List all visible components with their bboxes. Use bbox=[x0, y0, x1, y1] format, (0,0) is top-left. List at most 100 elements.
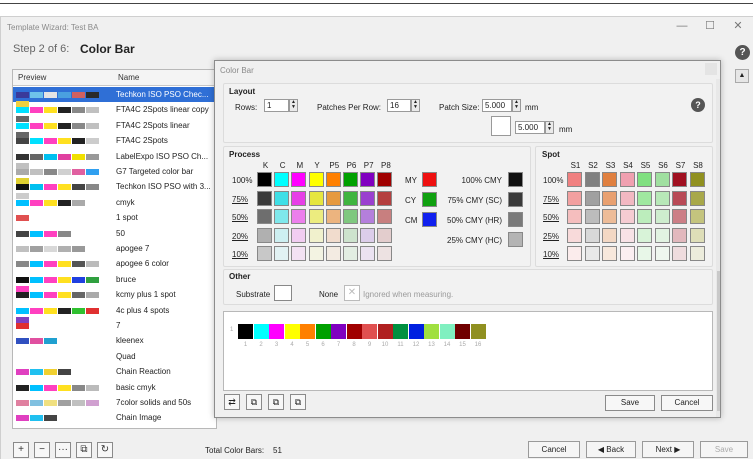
clone-icon[interactable]: ⧉ bbox=[290, 394, 306, 410]
column-header-preview[interactable]: Preview bbox=[18, 73, 46, 82]
process-patch[interactable] bbox=[360, 172, 376, 187]
spot-patch[interactable] bbox=[654, 172, 670, 187]
spot-patch[interactable] bbox=[654, 246, 670, 261]
spot-patch[interactable] bbox=[619, 172, 635, 187]
dialog-help-icon[interactable]: ? bbox=[691, 98, 705, 112]
refresh-icon[interactable]: ↻ bbox=[97, 442, 113, 458]
gray-balance-patch[interactable] bbox=[508, 172, 523, 187]
process-patch[interactable] bbox=[343, 209, 358, 224]
spot-patch[interactable] bbox=[672, 209, 687, 224]
process-patch[interactable] bbox=[291, 246, 307, 261]
process-patch[interactable] bbox=[308, 190, 324, 206]
list-item[interactable]: chain right side bar bbox=[13, 426, 216, 428]
dialog-scrollbar-thumb[interactable] bbox=[717, 271, 720, 411]
spot-patch[interactable] bbox=[689, 246, 705, 261]
process-patch[interactable] bbox=[325, 246, 341, 261]
process-patch[interactable] bbox=[343, 246, 358, 261]
list-item[interactable]: LabelExpo ISO PSO Ch... bbox=[13, 149, 216, 169]
process-patch[interactable] bbox=[377, 246, 393, 261]
process-patch[interactable] bbox=[257, 227, 272, 243]
process-patch[interactable] bbox=[325, 209, 341, 224]
overprint-patch[interactable] bbox=[422, 192, 437, 207]
gray-balance-patch[interactable] bbox=[508, 212, 523, 227]
process-patch[interactable] bbox=[343, 227, 358, 243]
list-item[interactable]: Techkon ISO PSO Chec... bbox=[13, 87, 216, 107]
process-tint-label[interactable]: 20% bbox=[232, 232, 248, 241]
swap-icon[interactable]: ⇄ bbox=[224, 394, 240, 410]
process-patch[interactable] bbox=[377, 190, 393, 206]
dialog-close-icon[interactable] bbox=[705, 63, 717, 75]
spot-patch[interactable] bbox=[584, 190, 600, 206]
scroll-up-button[interactable]: ▲ bbox=[735, 69, 749, 83]
spot-patch[interactable] bbox=[654, 190, 670, 206]
spot-patch[interactable] bbox=[619, 227, 635, 243]
list-item[interactable]: 50 bbox=[13, 226, 216, 241]
spot-patch[interactable] bbox=[567, 190, 582, 206]
spot-tint-label[interactable]: 25% bbox=[543, 232, 559, 241]
dialog-cancel-button[interactable]: Cancel bbox=[661, 395, 713, 411]
process-patch[interactable] bbox=[291, 227, 307, 243]
list-item[interactable]: G7 Targeted color bar bbox=[13, 164, 216, 184]
list-item[interactable]: FTA4C 2Spots linear bbox=[13, 118, 216, 138]
list-item[interactable]: 7 bbox=[13, 318, 216, 333]
spot-patch[interactable] bbox=[637, 227, 652, 243]
overprint-patch[interactable] bbox=[422, 172, 437, 187]
spot-patch[interactable] bbox=[637, 190, 652, 206]
copy-icon[interactable]: ⧉ bbox=[246, 394, 262, 410]
spot-tint-label[interactable]: 10% bbox=[543, 250, 559, 259]
save-button-wizard[interactable]: Save bbox=[700, 441, 748, 458]
process-patch[interactable] bbox=[308, 172, 324, 187]
spot-patch[interactable] bbox=[584, 172, 600, 187]
list-item[interactable]: Techkon ISO PSO with 3... bbox=[13, 179, 216, 200]
process-patch[interactable] bbox=[274, 172, 290, 187]
process-patch[interactable] bbox=[325, 172, 341, 187]
list-item[interactable]: 4c plus 4 spots bbox=[13, 303, 216, 323]
spot-patch[interactable] bbox=[619, 246, 635, 261]
list-item[interactable]: Chain Image bbox=[13, 410, 216, 425]
process-patch[interactable] bbox=[291, 172, 307, 187]
process-tint-label[interactable]: 10% bbox=[232, 250, 248, 259]
rows-input[interactable]: 1 bbox=[264, 99, 289, 112]
process-patch[interactable] bbox=[377, 209, 393, 224]
process-patch[interactable] bbox=[257, 190, 272, 206]
spot-patch[interactable] bbox=[637, 246, 652, 261]
list-item[interactable]: cmyk bbox=[13, 195, 216, 210]
spot-patch[interactable] bbox=[689, 190, 705, 206]
patches-per-row-spinner[interactable]: ▲ ▼ bbox=[411, 99, 420, 112]
patch-height-spinner[interactable]: ▲ ▼ bbox=[545, 121, 554, 134]
process-patch[interactable] bbox=[343, 190, 358, 206]
list-item[interactable]: bruce bbox=[13, 272, 216, 292]
list-item[interactable]: 7color solids and 50s bbox=[13, 395, 216, 410]
spot-patch[interactable] bbox=[567, 246, 582, 261]
paste-icon[interactable]: ⧉ bbox=[268, 394, 284, 410]
spot-patch[interactable] bbox=[672, 190, 687, 206]
cancel-button[interactable]: Cancel bbox=[528, 441, 580, 458]
spot-patch[interactable] bbox=[637, 172, 652, 187]
spot-patch[interactable] bbox=[584, 246, 600, 261]
more-button[interactable]: ··· bbox=[55, 442, 71, 458]
list-item[interactable]: basic cmyk bbox=[13, 380, 216, 395]
spot-patch[interactable] bbox=[584, 227, 600, 243]
process-tint-label[interactable]: 50% bbox=[232, 213, 248, 222]
process-patch[interactable] bbox=[308, 209, 324, 224]
process-patch[interactable] bbox=[360, 227, 376, 243]
spot-patch[interactable] bbox=[637, 209, 652, 224]
process-patch[interactable] bbox=[291, 209, 307, 224]
list-item[interactable]: kleenex bbox=[13, 333, 216, 348]
spot-patch[interactable] bbox=[619, 190, 635, 206]
spot-patch[interactable] bbox=[654, 227, 670, 243]
patch-size-input[interactable]: 5.000 bbox=[482, 99, 512, 112]
spot-patch[interactable] bbox=[567, 172, 582, 187]
spot-patch[interactable] bbox=[689, 172, 705, 187]
process-tint-label[interactable]: 75% bbox=[232, 195, 248, 204]
maximize-icon[interactable]: ☐ bbox=[701, 19, 719, 33]
dialog-save-button[interactable]: Save bbox=[605, 395, 655, 411]
process-patch[interactable] bbox=[343, 172, 358, 187]
process-patch[interactable] bbox=[257, 209, 272, 224]
spot-tint-label[interactable]: 50% bbox=[543, 213, 559, 222]
list-item[interactable]: 1 spot bbox=[13, 210, 216, 225]
remove-button[interactable]: − bbox=[34, 442, 50, 458]
spot-patch[interactable] bbox=[584, 209, 600, 224]
list-item[interactable]: kcmy plus 1 spot bbox=[13, 287, 216, 302]
process-patch[interactable] bbox=[360, 190, 376, 206]
